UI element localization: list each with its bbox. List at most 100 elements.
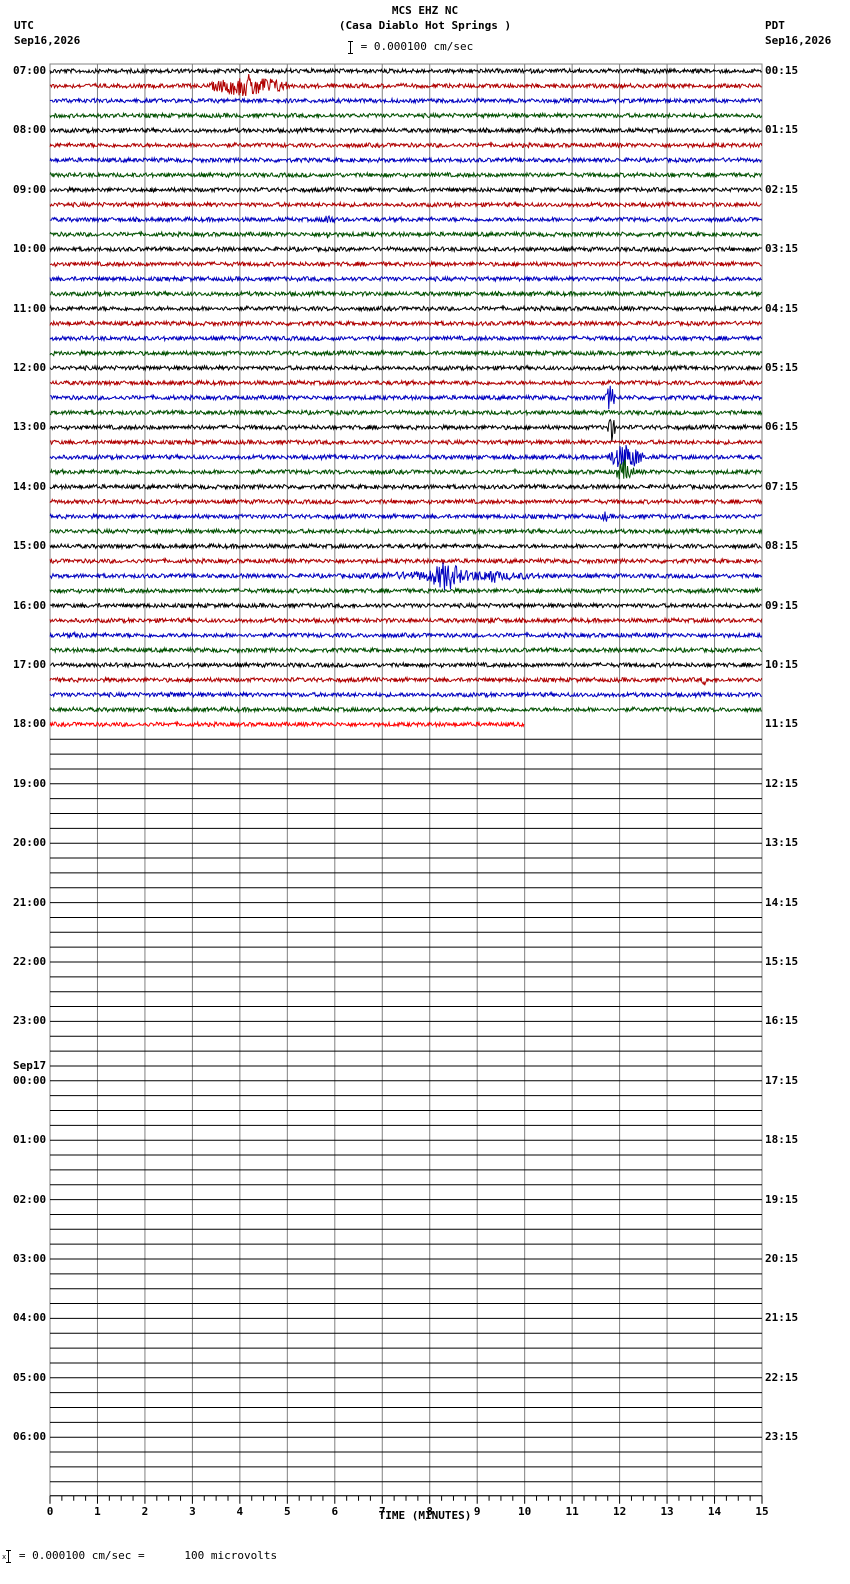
right-hour-label: 10:15 bbox=[765, 658, 799, 671]
right-hour-label: 15:15 bbox=[765, 955, 799, 968]
right-hour-label: 04:15 bbox=[765, 301, 799, 315]
trace-row bbox=[49, 170, 763, 179]
trace-row bbox=[49, 418, 763, 442]
left-hour-label: 19:00 bbox=[13, 776, 47, 790]
right-hour-label: 09:15 bbox=[765, 598, 799, 612]
left-hour-label: 09:00 bbox=[13, 182, 47, 196]
trace-row bbox=[49, 185, 762, 194]
trace-row bbox=[49, 482, 763, 491]
x-tick-label: 1 bbox=[94, 1505, 101, 1518]
x-tick-label: 11 bbox=[566, 1505, 580, 1518]
trace-row bbox=[49, 556, 762, 565]
right-hour-label: 08:15 bbox=[765, 539, 799, 553]
right-hour-label: 22:15 bbox=[765, 1370, 799, 1384]
trace-row bbox=[49, 408, 763, 417]
left-hour-label: 08:00 bbox=[13, 123, 47, 137]
left-date: Sep16,2026 bbox=[14, 34, 81, 47]
trace-row bbox=[49, 111, 763, 120]
right-date: Sep16,2026 bbox=[765, 34, 832, 47]
trace-row bbox=[49, 630, 763, 640]
trace-row bbox=[49, 616, 763, 625]
right-hour-label: 03:15 bbox=[765, 242, 799, 256]
x-tick-label: 5 bbox=[284, 1505, 291, 1518]
left-hour-label: 15:00 bbox=[13, 539, 47, 553]
right-hour-label: 05:15 bbox=[765, 361, 799, 374]
trace-row bbox=[49, 73, 762, 97]
trace-row bbox=[49, 214, 763, 224]
trace-row bbox=[49, 126, 763, 135]
right-hour-label: 18:15 bbox=[765, 1133, 799, 1147]
trace-row bbox=[49, 661, 763, 670]
right-hour-label: 23:15 bbox=[765, 1430, 799, 1444]
trace-row bbox=[49, 259, 762, 268]
trace-row bbox=[49, 348, 763, 358]
right-hour-label: 00:15 bbox=[765, 64, 799, 77]
x-tick-label: 2 bbox=[142, 1505, 149, 1518]
station-location: (Casa Diablo Hot Springs ) bbox=[338, 19, 512, 32]
left-hour-label: 22:00 bbox=[13, 955, 47, 968]
trace-row bbox=[49, 511, 763, 523]
right-hour-label: 07:15 bbox=[765, 479, 799, 493]
trace-row bbox=[49, 334, 763, 343]
left-hour-label: 10:00 bbox=[13, 242, 47, 256]
footer-scale: x = 0.000100 cm/sec = 100 microvolts bbox=[2, 1549, 277, 1564]
trace-row bbox=[49, 438, 763, 447]
trace-row bbox=[49, 363, 763, 373]
trace-row bbox=[49, 274, 763, 283]
x-tick-label: 14 bbox=[708, 1505, 722, 1518]
left-hour-label: 21:00 bbox=[13, 895, 47, 909]
trace-row bbox=[49, 497, 763, 506]
trace-row bbox=[49, 458, 763, 480]
left-hour-label: 18:00 bbox=[13, 717, 47, 731]
left-hour-label: 17:00 bbox=[13, 658, 47, 671]
trace-row bbox=[49, 562, 763, 591]
trace-row bbox=[49, 304, 763, 313]
trace-row bbox=[49, 319, 763, 328]
trace-row bbox=[49, 155, 763, 164]
left-hour-label: 02:00 bbox=[13, 1192, 47, 1206]
right-hour-label: 19:15 bbox=[765, 1192, 799, 1206]
left-hour-label: 13:00 bbox=[13, 420, 47, 434]
footer-scale-bar-icon bbox=[6, 1549, 12, 1563]
trace-row bbox=[49, 542, 763, 551]
right-hour-label: 02:15 bbox=[765, 182, 799, 196]
left-hour-label: 07:00 bbox=[13, 64, 47, 77]
trace-row bbox=[49, 96, 763, 105]
left-hour-label: 00:00 bbox=[13, 1073, 47, 1087]
trace-row bbox=[49, 141, 763, 150]
trace-row bbox=[49, 675, 763, 686]
trace-row bbox=[49, 586, 762, 595]
footer-scale-text: = 0.000100 cm/sec = 100 microvolts bbox=[18, 1549, 278, 1562]
left-hour-label: 16:00 bbox=[13, 598, 47, 612]
scale-bar-icon bbox=[348, 40, 354, 54]
x-tick-label: 12 bbox=[613, 1505, 626, 1518]
right-hour-label: 16:15 bbox=[765, 1014, 799, 1028]
x-tick-label: 15 bbox=[755, 1505, 768, 1518]
right-hour-label: 17:15 bbox=[765, 1073, 799, 1087]
right-hour-label: 20:15 bbox=[765, 1252, 799, 1265]
left-timezone: UTC bbox=[14, 19, 34, 32]
left-hour-label: 20:00 bbox=[13, 836, 47, 850]
trace-row bbox=[49, 245, 763, 254]
trace-row bbox=[49, 200, 762, 209]
left-hour-label: 06:00 bbox=[13, 1430, 47, 1444]
trace-row bbox=[49, 705, 762, 714]
x-tick-label: 3 bbox=[189, 1505, 196, 1518]
trace-row bbox=[49, 690, 762, 699]
right-hour-label: 21:15 bbox=[765, 1311, 799, 1325]
scale-legend: = 0.000100 cm/sec bbox=[348, 40, 473, 54]
right-hour-label: 13:15 bbox=[765, 836, 799, 850]
right-hour-label: 01:15 bbox=[765, 123, 799, 137]
right-hour-label: 11:15 bbox=[765, 717, 799, 731]
left-hour-label: 03:00 bbox=[13, 1252, 47, 1265]
x-tick-label: 4 bbox=[237, 1505, 244, 1518]
right-hour-label: 06:15 bbox=[765, 420, 799, 434]
trace-row bbox=[49, 527, 763, 536]
trace-row bbox=[49, 378, 763, 387]
helicorder-plot: 0 1 2 3 4 5 6 7 8 9 10 11 12 13 14 15 bbox=[47, 63, 769, 1518]
left-hour-label: 12:00 bbox=[13, 361, 47, 374]
x-tick-label: 0 bbox=[47, 1505, 54, 1518]
date-change-label: Sep17 bbox=[13, 1058, 47, 1072]
left-hour-label: 23:00 bbox=[13, 1014, 47, 1028]
right-timezone: PDT bbox=[765, 19, 785, 32]
